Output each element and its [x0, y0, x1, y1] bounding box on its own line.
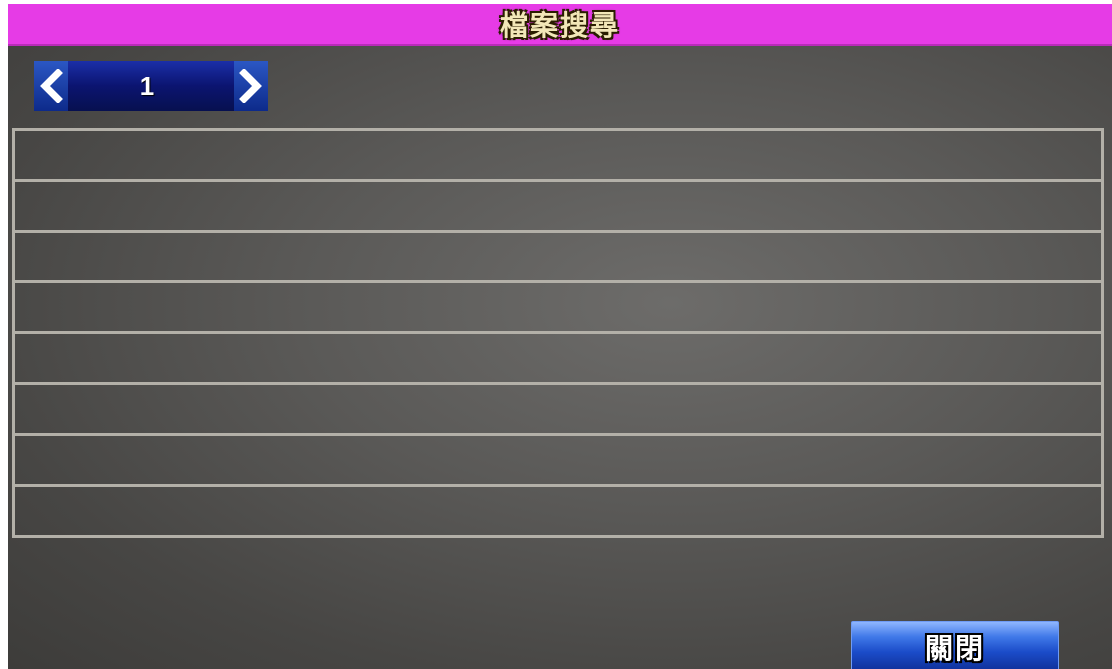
file-list-row-2[interactable] [15, 182, 1101, 233]
file-list-row-5[interactable] [15, 334, 1101, 385]
close-button-label: 關閉 [924, 632, 985, 665]
current-page-number: 1 [139, 70, 155, 101]
file-list-row-1[interactable] [15, 131, 1101, 182]
window-title: 檔案搜尋 [499, 9, 620, 42]
file-list-row-4[interactable] [15, 283, 1101, 335]
file-list-row-3[interactable] [15, 233, 1101, 284]
file-list-row-7[interactable] [15, 436, 1101, 487]
chevron-left-icon [40, 69, 63, 103]
prev-page-button[interactable] [34, 61, 68, 111]
close-button[interactable]: 關閉 [851, 621, 1059, 669]
title-bar: 檔案搜尋 [8, 4, 1112, 46]
next-page-button[interactable] [234, 61, 268, 111]
file-search-screen: 檔案搜尋 1 關閉 [8, 4, 1112, 669]
page-navigator: 1 [34, 61, 268, 111]
file-list [12, 128, 1104, 538]
file-list-row-8[interactable] [15, 487, 1101, 538]
file-list-row-6[interactable] [15, 385, 1101, 436]
chevron-right-icon [239, 69, 262, 103]
